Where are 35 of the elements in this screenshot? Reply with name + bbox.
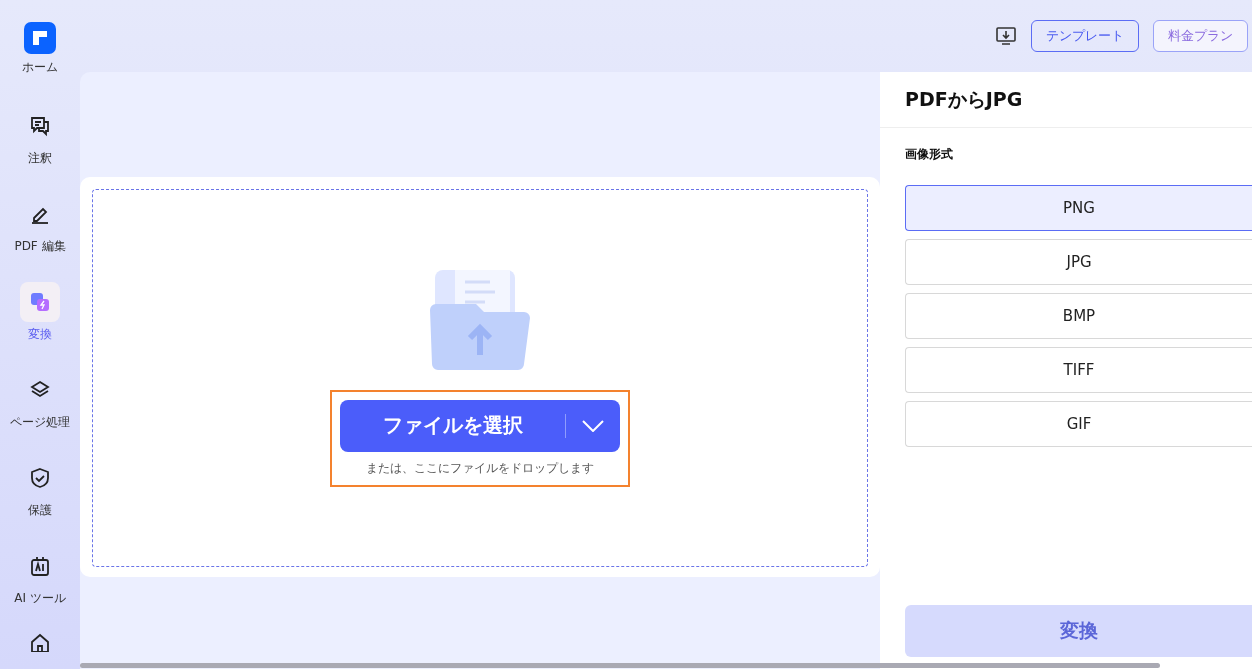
sidebar-item[interactable]: 注釈: [0, 110, 80, 198]
sidebar-item[interactable]: ホーム: [0, 22, 80, 110]
convert-icon: [29, 291, 51, 313]
app-logo-icon: [24, 22, 56, 54]
home-icon[interactable]: [29, 632, 51, 652]
drop-hint: または、ここにファイルをドロップします: [366, 459, 594, 477]
section-label: 画像形式: [905, 146, 954, 163]
header-button[interactable]: テンプレート: [1031, 20, 1139, 52]
shield-check-icon: [29, 467, 51, 489]
drop-zone[interactable]: ファイルを選択 または、ここにファイルをドロップします: [92, 189, 868, 567]
header-button[interactable]: 料金プラン: [1153, 20, 1248, 52]
comment-icon: [29, 115, 51, 137]
sidebar-label: PDF 編集: [14, 238, 66, 255]
sidebar-label: 保護: [28, 502, 52, 519]
ai-icon: [29, 555, 51, 577]
sidebar-label: 変換: [28, 326, 52, 343]
folder-upload-icon: [430, 269, 530, 370]
sidebar-item[interactable]: PDF 編集: [0, 198, 80, 286]
sidebar-item[interactable]: AI ツール: [0, 550, 80, 638]
sidebar-item[interactable]: ページ処理: [0, 374, 80, 462]
scrollbar[interactable]: [80, 663, 1160, 668]
sidebar-label: AI ツール: [14, 590, 66, 607]
format-option[interactable]: GIF: [905, 401, 1252, 447]
sidebar-label: 注釈: [28, 150, 52, 167]
panel-title: PDFからJPG: [880, 72, 1252, 128]
sidebar-label: ページ処理: [10, 414, 70, 431]
download-icon[interactable]: [995, 25, 1017, 47]
select-file-button[interactable]: ファイルを選択: [340, 399, 620, 452]
format-option[interactable]: PNG: [905, 185, 1252, 231]
format-option[interactable]: JPG: [905, 239, 1252, 285]
format-option[interactable]: BMP: [905, 293, 1252, 339]
sidebar-label: ホーム: [22, 59, 58, 76]
format-option[interactable]: TIFF: [905, 347, 1252, 393]
sidebar-item[interactable]: 保護: [0, 462, 80, 550]
chevron-down-icon: [582, 419, 604, 432]
